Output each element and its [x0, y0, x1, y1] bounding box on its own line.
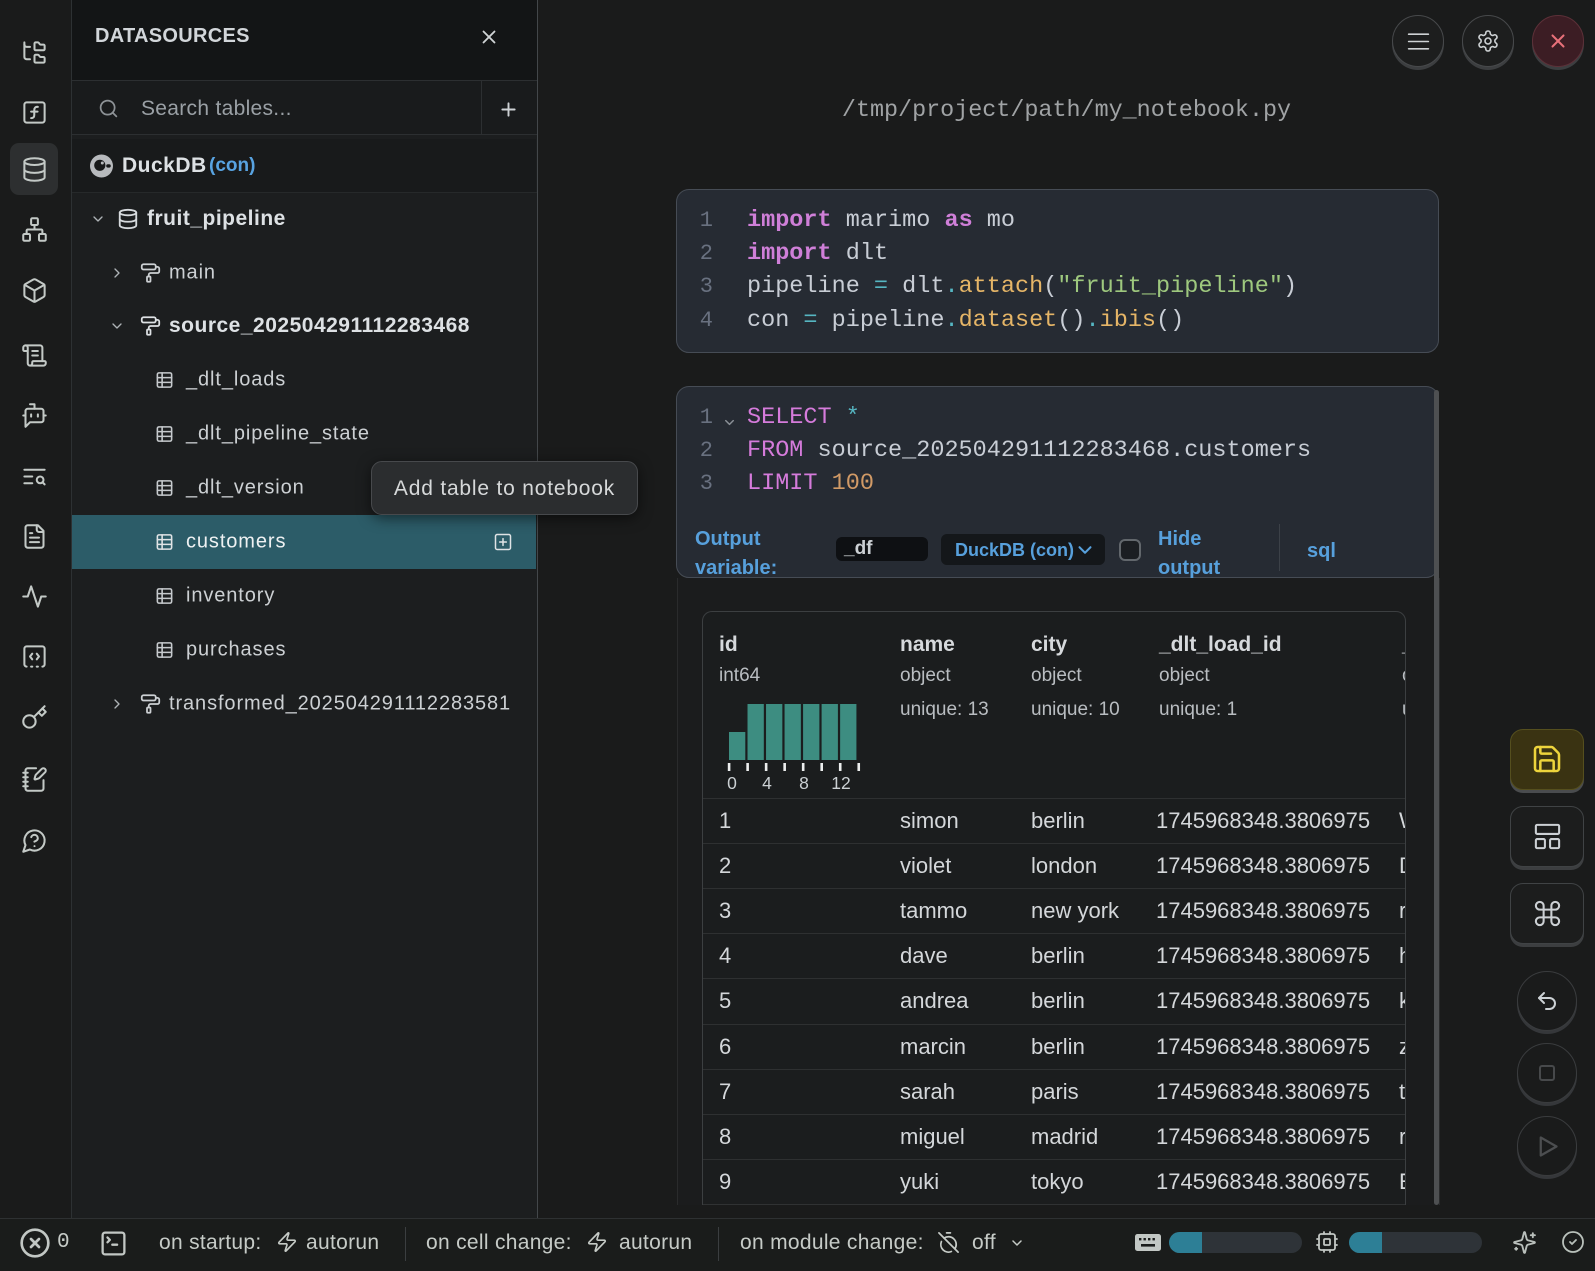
svg-text:4: 4 — [762, 773, 772, 793]
svg-text:8: 8 — [799, 773, 809, 793]
svg-text:12: 12 — [831, 773, 850, 793]
svg-text:0: 0 — [727, 773, 737, 793]
